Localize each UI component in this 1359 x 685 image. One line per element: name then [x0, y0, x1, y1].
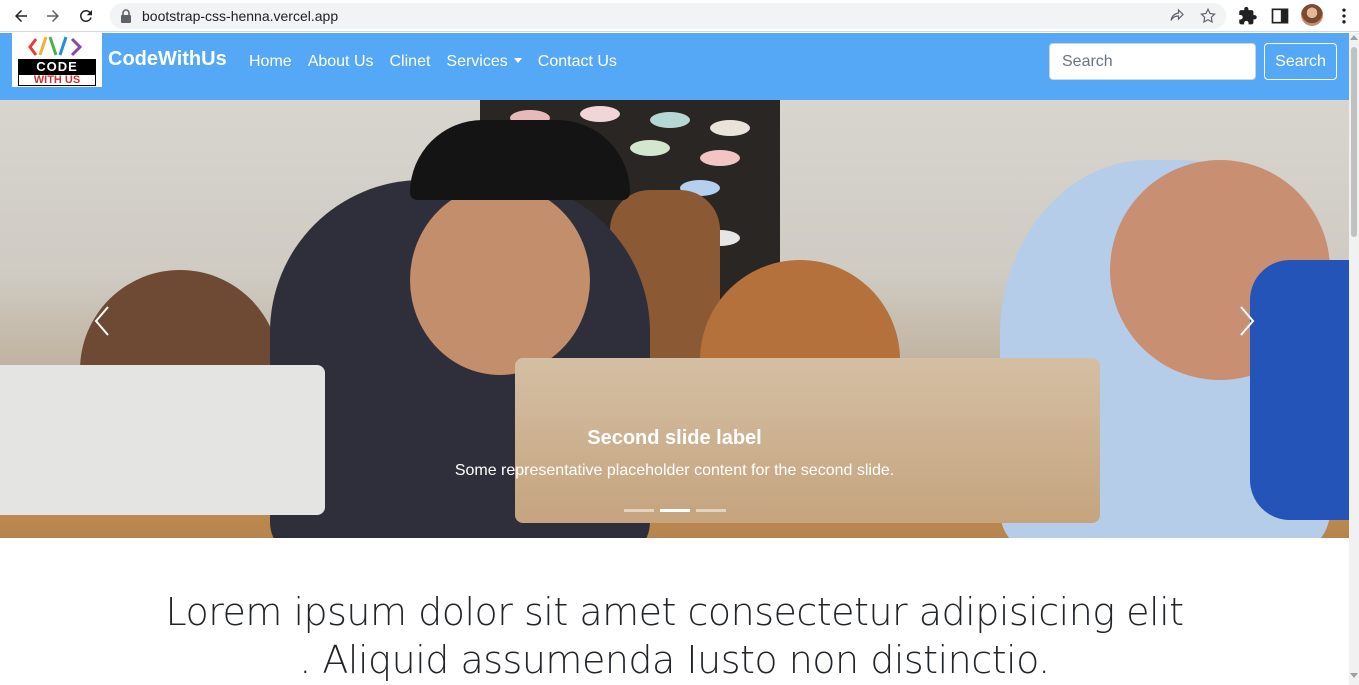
carousel-indicator-1[interactable]	[624, 509, 654, 512]
extensions-puzzle-icon[interactable]	[1238, 6, 1258, 26]
photo-dot	[710, 120, 750, 136]
carousel-indicator-3[interactable]	[696, 509, 726, 512]
page-scrollbar[interactable]	[1349, 33, 1359, 685]
brand-name[interactable]: CodeWithUs	[108, 48, 227, 71]
photo-dot	[700, 150, 740, 166]
chevron-down-icon	[513, 58, 522, 63]
carousel-caption: Second slide label Some representative p…	[0, 427, 1349, 480]
site-logo[interactable]: CODE WITH US	[12, 33, 102, 87]
photo-dot	[580, 106, 620, 122]
scroll-down-icon[interactable]	[1350, 673, 1358, 678]
more-menu-icon[interactable]	[1334, 6, 1354, 26]
photo-dot	[650, 112, 690, 128]
nav-links: Home About Us Clinet Services Contact Us	[249, 51, 633, 73]
logo-with-us-text: WITH US	[18, 74, 96, 86]
site-navbar: CODE WITH US CodeWithUs Home About Us Cl…	[0, 33, 1349, 100]
image-carousel: Second slide label Some representative p…	[0, 100, 1349, 538]
nav-client-link[interactable]: Clinet	[390, 51, 431, 73]
side-panel-icon[interactable]	[1270, 6, 1290, 26]
search-button[interactable]: Search	[1264, 43, 1337, 80]
share-icon[interactable]	[1168, 7, 1186, 25]
nav-services-label: Services	[446, 53, 508, 70]
nav-services-dropdown[interactable]: Services	[446, 51, 522, 73]
arrow-left-icon	[15, 10, 27, 22]
search-input[interactable]: Search	[1049, 43, 1256, 80]
browser-toolbar: bootstrap-css-henna.vercel.app	[0, 0, 1359, 32]
logo-code-text: CODE	[18, 59, 96, 74]
back-button[interactable]	[10, 5, 32, 27]
headline-line-2: . Aliquid assumenda Iusto non distinctio…	[299, 638, 1050, 682]
profile-avatar[interactable]	[1301, 4, 1323, 26]
main-headline: Lorem ipsum dolor sit amet consectetur a…	[0, 588, 1349, 684]
headline-line-1: Lorem ipsum dolor sit amet consectetur a…	[165, 590, 1184, 634]
url-text: bootstrap-css-henna.vercel.app	[142, 8, 339, 24]
lock-icon	[121, 9, 131, 23]
code-brackets-logo-icon	[28, 36, 83, 57]
carousel-indicators	[624, 509, 726, 512]
caption-title: Second slide label	[587, 427, 762, 449]
reload-icon	[79, 9, 92, 22]
nav-about-link[interactable]: About Us	[308, 51, 374, 73]
arrow-right-icon	[47, 10, 59, 22]
scroll-thumb[interactable]	[1351, 47, 1357, 237]
reload-button[interactable]	[75, 5, 97, 27]
scroll-up-icon[interactable]	[1350, 35, 1358, 40]
bookmark-star-icon[interactable]	[1199, 7, 1217, 25]
nav-contact-link[interactable]: Contact Us	[538, 51, 617, 73]
photo-dot	[630, 140, 670, 156]
photo-cap	[410, 120, 630, 200]
chevron-right-icon[interactable]	[1235, 305, 1259, 337]
carousel-indicator-2[interactable]	[660, 509, 690, 512]
photo-boy-face	[410, 185, 590, 375]
chevron-left-icon[interactable]	[90, 305, 114, 337]
photo-striped-shirt	[1250, 260, 1349, 520]
forward-button[interactable]	[42, 5, 64, 27]
address-bar[interactable]: bootstrap-css-henna.vercel.app	[110, 3, 1226, 29]
caption-text: Some representative placeholder content …	[454, 462, 895, 479]
nav-home-link[interactable]: Home	[249, 51, 292, 73]
